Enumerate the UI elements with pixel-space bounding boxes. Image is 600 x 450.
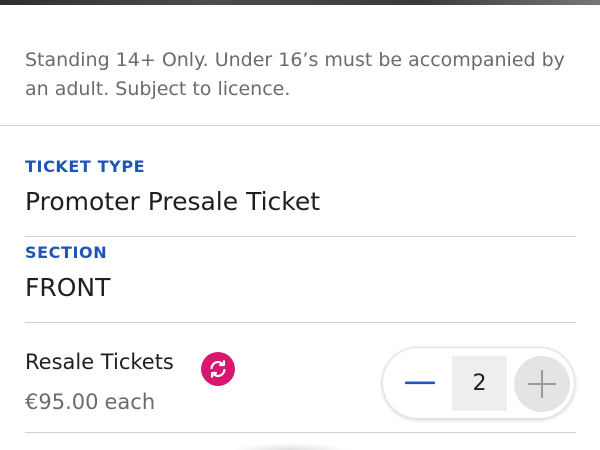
quantity-stepper[interactable]: 2 — [382, 347, 575, 419]
plus-icon[interactable] — [514, 356, 570, 412]
ticket-type-value: Promoter Presale Ticket — [25, 187, 321, 216]
minus-icon[interactable] — [397, 360, 443, 406]
divider — [25, 236, 576, 237]
ticket-detail-page: Standing 14+ Only. Under 16’s must be ac… — [0, 0, 600, 450]
resale-refresh-icon — [201, 352, 235, 386]
section-label: SECTION — [25, 243, 108, 262]
price-amount: €95.00 — [25, 390, 99, 414]
next-card-shadow — [230, 443, 350, 450]
resale-price: €95.00 each — [25, 390, 155, 414]
section-value: FRONT — [25, 273, 111, 302]
top-image-edge — [0, 0, 600, 5]
age-restriction-notice: Standing 14+ Only. Under 16’s must be ac… — [25, 49, 565, 100]
resale-tickets-label: Resale Tickets — [25, 350, 174, 374]
divider — [25, 322, 576, 323]
ticket-type-label: TICKET TYPE — [25, 157, 146, 176]
divider — [0, 125, 600, 126]
quantity-value: 2 — [452, 356, 507, 411]
price-unit: each — [104, 390, 156, 414]
divider — [25, 432, 576, 433]
